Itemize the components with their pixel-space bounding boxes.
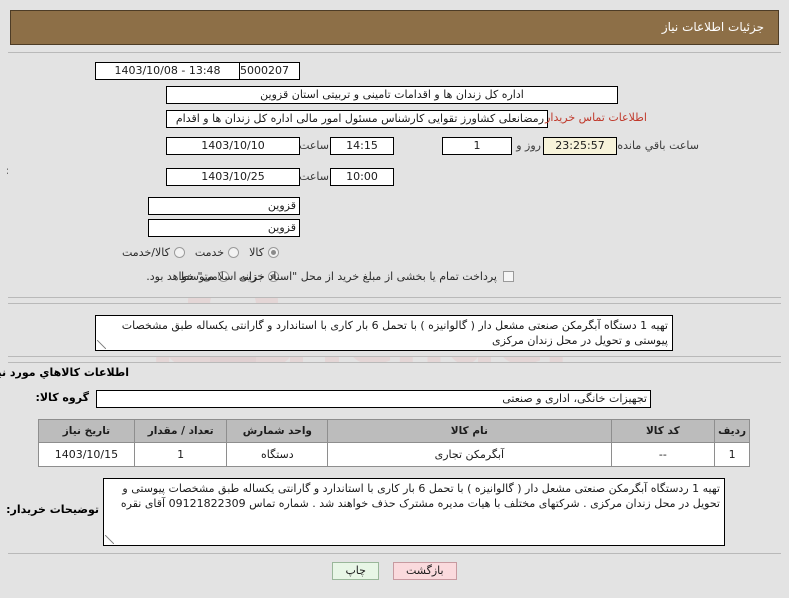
remaining-time-label: ساعت باقي مانده	[617, 139, 699, 152]
window-title-bar: جزئیات اطلاعات نیاز	[10, 10, 779, 45]
response-deadline-date-field[interactable]: 1403/10/10	[166, 137, 300, 155]
price-validity-hour-label: ساعت	[299, 170, 329, 183]
col-name: نام کالا	[327, 419, 612, 443]
buyer-contact-link[interactable]: اطلاعات تماس خریدار	[545, 111, 647, 124]
footer-actions: بازگشت چاپ	[0, 556, 789, 598]
page-title: جزئیات اطلاعات نیاز	[661, 20, 764, 34]
treasury-checkbox-label: پرداخت تمام یا بخشی از مبلغ خرید از محل …	[146, 270, 497, 283]
price-validity-date-field[interactable]: 1403/10/25	[166, 168, 300, 186]
goods-group-field[interactable]: تجهیزات خانگی، اداری و صنعتی	[96, 390, 651, 408]
cell-code: --	[610, 442, 716, 467]
subject-category-radio-group: کالا خدمت کالا/خدمت	[112, 246, 279, 259]
radio-subject-khedmat[interactable]	[228, 247, 240, 258]
col-need-date: تاریخ نیاز	[38, 419, 135, 443]
buyer-notes-label: توضیحات خریدار:	[6, 503, 99, 516]
cell-need-date: 1403/10/15	[38, 442, 135, 467]
col-unit: واحد شمارش	[226, 419, 329, 443]
table-header-row: ردیف کد کالا نام کالا واحد شمارش تعداد /…	[38, 419, 750, 443]
back-button[interactable]: بازگشت	[392, 562, 457, 580]
delivery-city-field[interactable]: قزوین	[148, 219, 300, 237]
response-deadline-time-field[interactable]: 14:15	[330, 137, 394, 155]
announce-datetime-field[interactable]: 1403/10/08 - 13:48	[95, 62, 240, 80]
remaining-days-field[interactable]: 1	[442, 137, 512, 155]
radio-subject-kala-label: کالا	[249, 246, 264, 259]
radio-subject-kala[interactable]	[268, 247, 279, 258]
buyer-notes-label-row: توضیحات خریدار:	[6, 503, 99, 516]
table-row: 1 -- آبگرمکن تجاری دستگاه 1 1403/10/15	[38, 442, 750, 467]
col-index: ردیف	[714, 419, 750, 443]
print-button[interactable]: چاپ	[332, 562, 379, 580]
treasury-checkbox-row: پرداخت تمام یا بخشی از مبلغ خرید از محل …	[136, 270, 514, 283]
remaining-time-field[interactable]: 23:25:57	[543, 137, 617, 155]
treasury-checkbox[interactable]	[503, 271, 514, 282]
response-deadline-hour-label: ساعت	[299, 139, 329, 152]
col-code: کد کالا	[610, 419, 716, 443]
goods-table: ردیف کد کالا نام کالا واحد شمارش تعداد /…	[38, 419, 750, 467]
remaining-days-unit-label: روز و	[516, 139, 541, 152]
page-root: priaTender جزئیات اطلاعات نیاز شماره نیا…	[0, 0, 789, 598]
goods-group-label: گروه كالا:	[35, 391, 89, 404]
requester-field[interactable]: رمضانعلی کشاورز تقوایی کارشناس مسئول امو…	[166, 110, 548, 128]
cell-index: 1	[714, 442, 750, 467]
col-quantity: تعداد / مقدار	[133, 419, 228, 443]
radio-subject-kala-khedmat[interactable]	[173, 247, 185, 258]
goods-info-header: اطلاعات كالاهاي مورد نياز	[0, 366, 129, 379]
cell-unit: دستگاه	[226, 442, 329, 467]
general-description-textarea[interactable]: تهیه 1 دستگاه آبگرمکن صنعتی مشعل دار ( گ…	[95, 315, 673, 351]
cell-name: آبگرمکن تجاری	[327, 442, 612, 467]
goods-group-label-row: گروه كالا:	[9, 391, 89, 404]
delivery-province-field[interactable]: قزوین	[148, 197, 300, 215]
goods-info-header-row: اطلاعات كالاهاي مورد نياز	[0, 366, 129, 379]
radio-subject-kala-khedmat-label: کالا/خدمت	[122, 246, 170, 259]
buyer-notes-textarea[interactable]: تهیه 1 ردستگاه آبگرمکن صنعتی مشعل دار ( …	[103, 478, 725, 546]
radio-subject-khedmat-label: خدمت	[194, 246, 225, 259]
price-validity-time-field[interactable]: 10:00	[330, 168, 394, 186]
cell-quantity: 1	[133, 442, 228, 467]
buyer-org-field[interactable]: اداره کل زندان ها و اقدامات تامینی و ترب…	[166, 86, 618, 104]
